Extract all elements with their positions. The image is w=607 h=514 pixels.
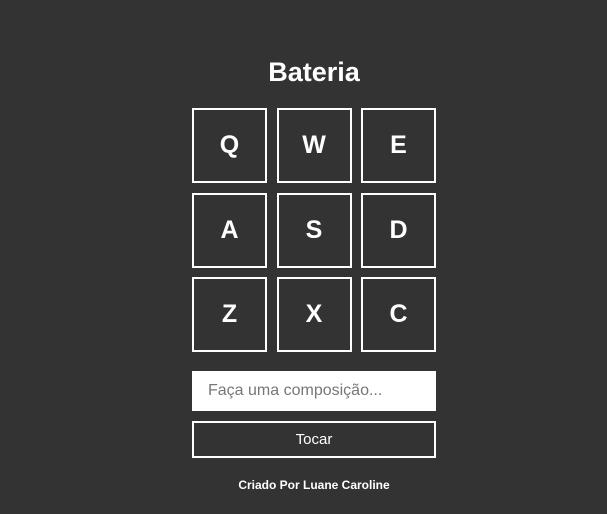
drum-key-s[interactable]: S bbox=[276, 192, 352, 268]
play-button[interactable]: Tocar bbox=[192, 421, 436, 458]
drum-key-w[interactable]: W bbox=[276, 108, 352, 183]
drum-key-c[interactable]: C bbox=[361, 277, 436, 352]
composition-input[interactable] bbox=[192, 371, 436, 411]
drum-key-z[interactable]: Z bbox=[192, 277, 267, 352]
page-title: Bateria bbox=[268, 57, 360, 87]
drum-key-d[interactable]: D bbox=[361, 192, 436, 268]
drum-key-a[interactable]: A bbox=[192, 192, 267, 268]
drum-key-e[interactable]: E bbox=[361, 108, 436, 183]
drum-key-x[interactable]: X bbox=[276, 277, 352, 352]
footer-credit: Criado Por Luane Caroline bbox=[238, 478, 390, 492]
drum-pad-grid: Q W E A S D Z X C bbox=[192, 108, 436, 352]
drum-key-q[interactable]: Q bbox=[192, 108, 267, 183]
